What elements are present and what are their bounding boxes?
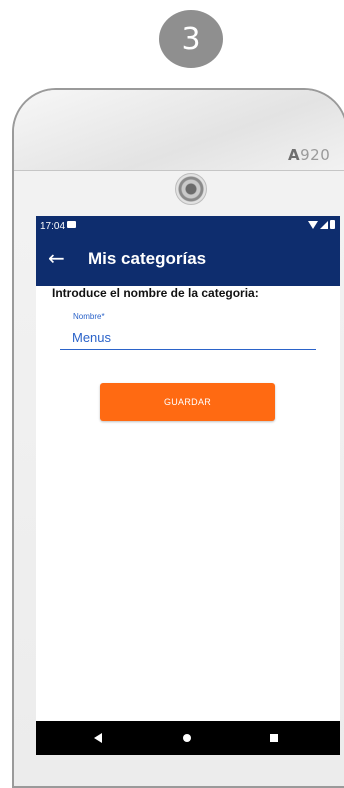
save-button[interactable]: GUARDAR [100,383,275,421]
status-icons [308,220,335,229]
battery-icon [330,220,335,229]
android-nav-bar [36,721,340,755]
step-number: 3 [181,21,201,57]
device-screen: 17:04 ← Mis categorías Introduce el nomb… [36,216,340,755]
wifi-icon [308,220,318,229]
nav-home-icon[interactable] [183,734,191,742]
page-title: Mis categorías [88,249,207,268]
name-input[interactable] [60,326,316,350]
name-field-label: Nombre* [73,312,105,321]
device-model-label: A920 [288,146,330,164]
nav-back-icon[interactable] [94,733,102,743]
step-badge: 3 [159,10,223,68]
model-prefix: A [288,146,301,164]
form-prompt: Introduce el nombre de la categoria: [52,286,259,300]
arrow-left-icon[interactable]: ← [48,248,65,268]
app-bar: ← Mis categorías [36,236,340,286]
model-number: 920 [300,146,331,164]
status-time: 17:04 [40,221,66,232]
status-bar: 17:04 [36,216,340,236]
camera-icon [175,173,207,205]
nav-recent-apps-icon[interactable] [270,734,278,742]
notification-icon [67,221,76,228]
signal-icon [320,220,328,229]
